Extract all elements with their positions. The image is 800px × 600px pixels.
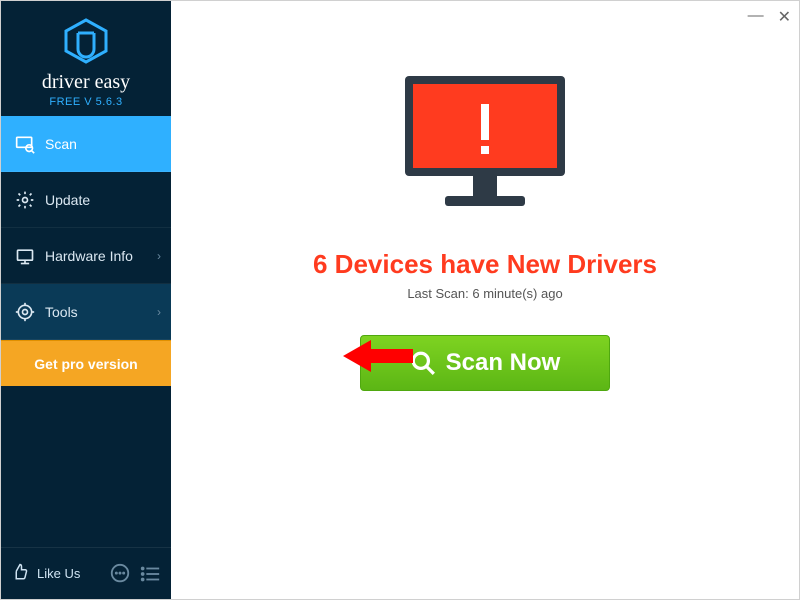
close-button[interactable]: ✕: [778, 7, 791, 27]
nav-label: Tools: [45, 304, 78, 320]
window-controls: — ✕: [748, 7, 791, 27]
scan-button-label: Scan Now: [446, 349, 561, 377]
nav-item-tools[interactable]: Tools ›: [1, 284, 171, 340]
nav-label: Hardware Info: [45, 248, 133, 264]
main-panel: — ✕ 6 Devices have New Drivers Last Scan…: [171, 1, 799, 599]
logo-icon: [62, 17, 110, 65]
hardware-icon: [15, 246, 35, 266]
logo-area: driver easy FREE V 5.6.3: [1, 1, 171, 116]
minimize-button[interactable]: —: [748, 7, 764, 27]
nav-label: Scan: [45, 136, 77, 152]
get-pro-button[interactable]: Get pro version: [1, 340, 171, 386]
chevron-right-icon: ›: [157, 249, 161, 263]
menu-icon[interactable]: [139, 563, 161, 585]
nav: Scan Update Hardware Info ›: [1, 116, 171, 386]
nav-item-hardware-info[interactable]: Hardware Info ›: [1, 228, 171, 284]
brand-name: driver easy: [1, 71, 171, 94]
last-scan-label: Last Scan: 6 minute(s) ago: [407, 286, 562, 301]
tools-icon: [15, 302, 35, 322]
thumbs-up-icon: [11, 563, 29, 584]
bottom-bar: Like Us: [1, 547, 171, 599]
nav-label: Update: [45, 192, 90, 208]
headline: 6 Devices have New Drivers: [313, 249, 657, 280]
chevron-right-icon: ›: [157, 305, 161, 319]
monitor-alert-icon: [395, 71, 575, 221]
nav-item-update[interactable]: Update: [1, 172, 171, 228]
version-label: FREE V 5.6.3: [1, 96, 171, 108]
feedback-icon[interactable]: [109, 563, 131, 585]
scan-now-button[interactable]: Scan Now: [360, 335, 610, 391]
sidebar: driver easy FREE V 5.6.3 Scan Update: [1, 1, 171, 599]
app-window: driver easy FREE V 5.6.3 Scan Update: [1, 1, 799, 599]
content: 6 Devices have New Drivers Last Scan: 6 …: [171, 1, 799, 391]
like-us-link[interactable]: Like Us: [37, 566, 80, 581]
search-icon: [410, 350, 436, 376]
nav-item-scan[interactable]: Scan: [1, 116, 171, 172]
gear-icon: [15, 190, 35, 210]
scan-icon: [15, 134, 35, 154]
